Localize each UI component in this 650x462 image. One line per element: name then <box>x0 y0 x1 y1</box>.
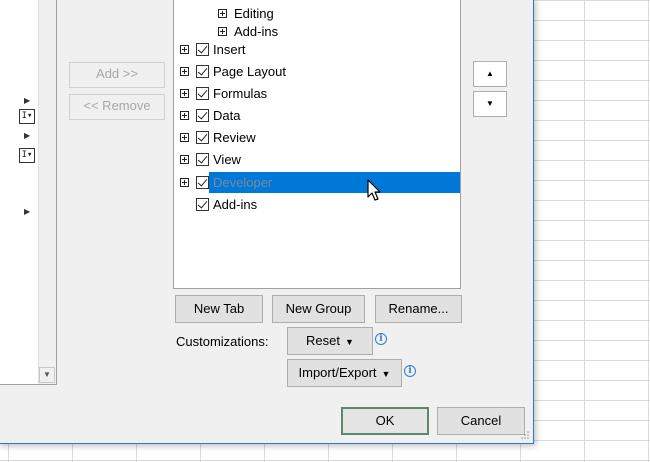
move-down-button[interactable]: ▼ <box>473 91 507 117</box>
expand-arrow-icon[interactable]: ▶ <box>24 131 34 141</box>
reset-dropdown-button[interactable]: Reset ▼ <box>287 327 373 355</box>
text-field-icon: I▾ <box>19 148 35 163</box>
checkbox-checked[interactable] <box>196 43 209 56</box>
resize-grip-icon[interactable] <box>520 430 530 440</box>
tree-node-view[interactable]: View <box>174 149 460 171</box>
import-export-label: Import/Export <box>298 365 377 380</box>
rename-button[interactable]: Rename... <box>375 295 462 323</box>
checkbox-checked[interactable] <box>196 65 209 78</box>
checkbox-checked[interactable] <box>196 198 209 211</box>
new-tab-button[interactable]: New Tab <box>175 295 263 323</box>
new-group-button[interactable]: New Group <box>272 295 365 323</box>
customizations-label: Customizations: <box>176 334 269 349</box>
cancel-button[interactable]: Cancel <box>437 407 525 435</box>
expand-plus-icon[interactable] <box>180 155 189 164</box>
mouse-pointer-icon <box>367 179 381 201</box>
tree-node-label: Data <box>213 108 241 123</box>
expand-plus-icon[interactable] <box>180 45 189 54</box>
checkbox-checked[interactable] <box>196 131 209 144</box>
expand-plus-icon[interactable] <box>218 27 227 36</box>
move-up-button[interactable]: ▲ <box>473 61 507 87</box>
checkbox-checked[interactable] <box>196 153 209 166</box>
tree-node-formulas[interactable]: Formulas <box>174 83 460 105</box>
checkbox-checked[interactable] <box>196 176 209 189</box>
tree-node-label: Review <box>213 130 256 145</box>
expand-plus-icon[interactable] <box>180 111 189 120</box>
tree-node-label: Formulas <box>213 86 268 101</box>
expand-arrow-icon[interactable]: ▶ <box>24 96 34 106</box>
tree-node-label: Page Layout <box>213 64 287 79</box>
triangle-down-icon: ▼ <box>381 369 391 379</box>
expand-plus-icon[interactable] <box>180 67 189 76</box>
add-button[interactable]: Add >> <box>69 62 165 88</box>
reset-label: Reset <box>306 333 341 348</box>
tree-node-label: Developer <box>213 175 273 190</box>
import-export-dropdown-button[interactable]: Import/Export ▼ <box>287 359 402 387</box>
ok-button[interactable]: OK <box>341 407 429 435</box>
text-field-icon: I▾ <box>19 109 35 124</box>
customize-ribbon-dialog: ▶ I▾ ▶ I▾ ▶ ▼ Add >> << Remove Editing A… <box>0 0 534 444</box>
ribbon-tabs-tree[interactable]: Editing Add-ins Insert Page Layout Formu… <box>173 0 461 289</box>
triangle-down-icon: ▼ <box>345 337 354 347</box>
expand-plus-icon[interactable] <box>180 178 189 187</box>
commands-list[interactable]: ▶ I▾ ▶ I▾ ▶ ▼ <box>0 0 57 385</box>
scroll-down-button[interactable]: ▼ <box>39 367 55 383</box>
info-icon[interactable]: i <box>375 333 387 345</box>
expand-plus-icon[interactable] <box>180 89 189 98</box>
tree-node-label: View <box>213 152 241 167</box>
tree-node-developer[interactable]: Developer <box>174 172 460 194</box>
tree-node-label: Add-ins <box>213 197 258 212</box>
tree-node-add-ins[interactable]: Add-ins <box>174 194 460 216</box>
info-icon[interactable]: i <box>404 365 416 377</box>
tree-node-insert[interactable]: Insert <box>174 39 460 61</box>
tree-node-data[interactable]: Data <box>174 105 460 127</box>
triangle-down-icon: ▼ <box>486 99 494 108</box>
expand-plus-icon[interactable] <box>180 133 189 142</box>
commands-list-scrollbar[interactable]: ▼ <box>38 0 56 384</box>
expand-arrow-icon[interactable]: ▶ <box>24 207 34 217</box>
tree-node-page-layout[interactable]: Page Layout <box>174 61 460 83</box>
checkbox-checked[interactable] <box>196 109 209 122</box>
tree-node-review[interactable]: Review <box>174 127 460 149</box>
tree-node-label: Insert <box>213 42 246 57</box>
checkbox-checked[interactable] <box>196 87 209 100</box>
triangle-up-icon: ▲ <box>486 69 494 78</box>
expand-plus-icon[interactable] <box>218 9 227 18</box>
remove-button[interactable]: << Remove <box>69 94 165 120</box>
